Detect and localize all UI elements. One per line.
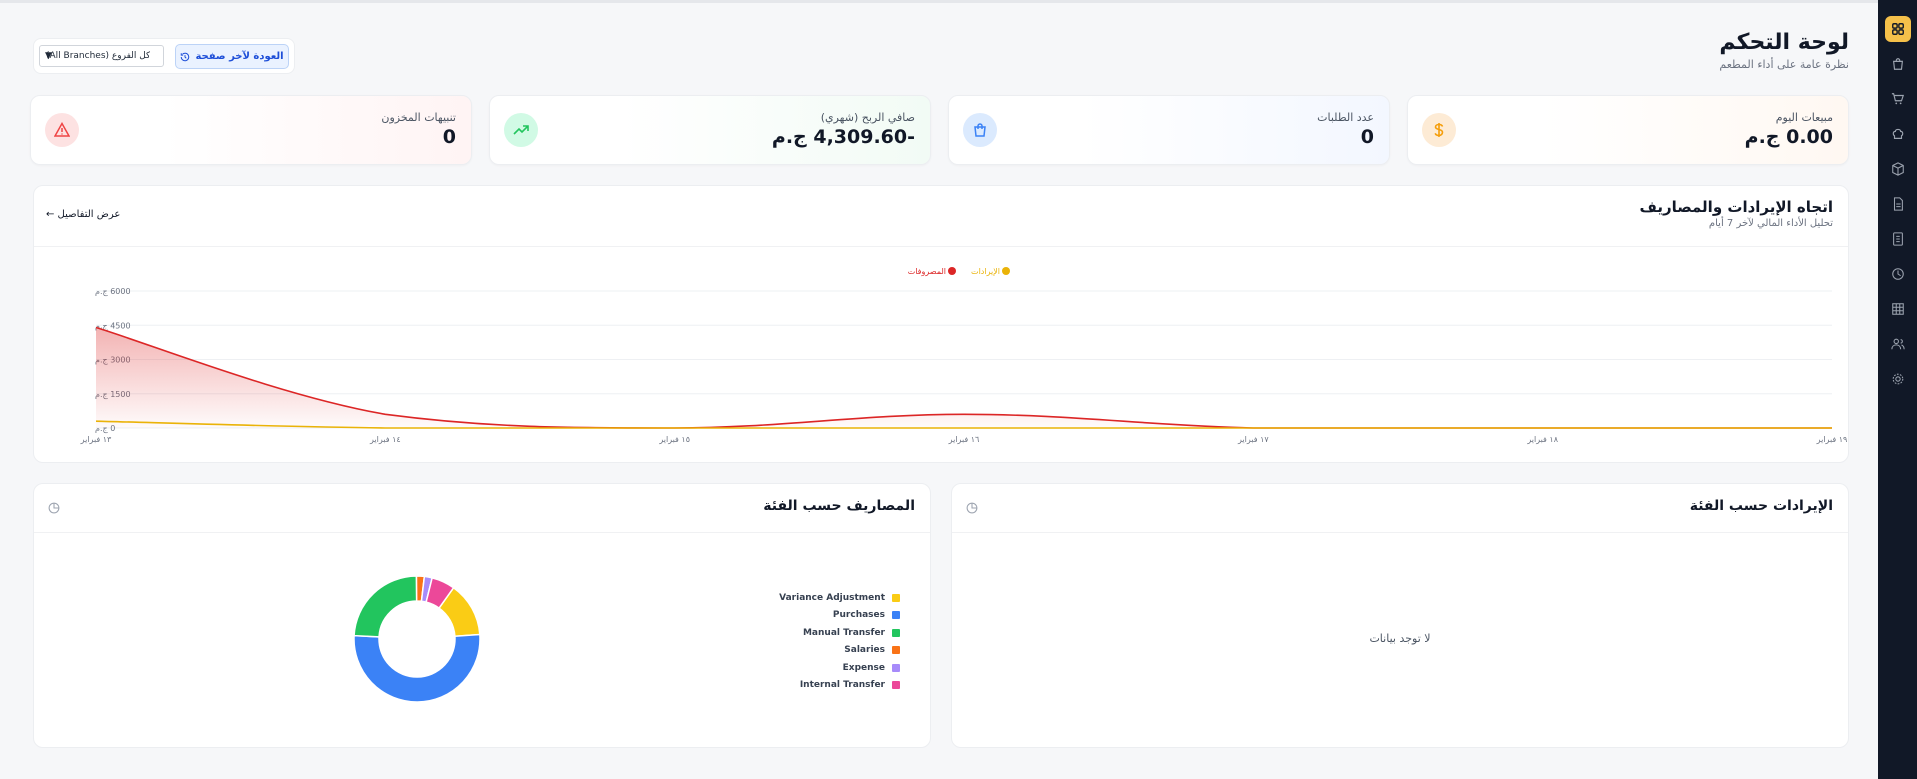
revenue-expense-trend-card: اتجاه الإيرادات والمصاريف تحليل الأداء ا… [33, 185, 1849, 463]
legend-item[interactable]: Internal Transfer [779, 677, 900, 695]
trend-title: اتجاه الإيرادات والمصاريف [1639, 198, 1833, 216]
dollar-icon [1422, 113, 1456, 147]
sidebar-item-invoices[interactable] [1885, 226, 1911, 252]
sidebar-item-tables[interactable] [1885, 296, 1911, 322]
legend-label: Salaries [844, 645, 885, 656]
stat-card-today-sales: مبيعات اليوم 0.00 ج.م [1407, 95, 1849, 165]
cart-icon [1891, 93, 1904, 105]
stat-value: 0.00 ج.م [1744, 126, 1833, 148]
package-icon [1891, 162, 1904, 176]
main-content: لوحة التحكم نظرة عامة على أداء المطعم كل… [30, 0, 1849, 779]
sidebar-item-inventory[interactable] [1885, 156, 1911, 182]
legend-marker-revenue [1002, 267, 1010, 275]
sidebar-item-dashboard[interactable] [1884, 16, 1911, 42]
sidebar-item-history[interactable] [1885, 261, 1911, 287]
trending-up-icon [504, 113, 538, 147]
expense-area [96, 327, 1832, 428]
sidebar-item-reports[interactable] [1885, 191, 1911, 217]
legend-item[interactable]: Purchases [779, 607, 900, 625]
x-tick-label: ١٣ فبراير [80, 435, 112, 444]
revenue-by-category-card: الإيرادات حسب الفئة لا توجد بيانات [951, 483, 1849, 748]
x-tick-label: ١٩ فبراير [1816, 435, 1848, 444]
pie-chart-icon [966, 502, 978, 514]
shopping-bag-icon [963, 113, 997, 147]
stat-label: مبيعات اليوم [1775, 111, 1833, 124]
receipt-icon [1892, 232, 1903, 246]
legend-item[interactable]: Expense [779, 659, 900, 677]
legend-label-revenue: الإيرادات [971, 267, 1000, 277]
trend-subtitle: تحليل الأداء المالي لآخر 7 أيام [1708, 218, 1833, 229]
legend-swatch [892, 593, 900, 602]
legend-swatch [892, 681, 900, 690]
page-subtitle: نظرة عامة على أداء المطعم [1719, 58, 1849, 71]
legend-label: Variance Adjustment [779, 592, 885, 603]
stat-label: عدد الطلبات [1317, 111, 1374, 124]
legend-label-expense: المصروفات [908, 267, 946, 276]
stat-card-net-profit: صافي الربح (شهري) -4,309.60 ج.م [489, 95, 931, 165]
legend-item[interactable]: Salaries [779, 642, 900, 660]
donut-slice [353, 633, 481, 703]
legend-label: Expense [842, 662, 885, 673]
expense-legend: Variance Adjustment Purchases Manual Trans… [779, 589, 900, 694]
file-icon [1893, 197, 1903, 211]
sidebar-item-kitchen[interactable] [1885, 121, 1911, 147]
alert-triangle-icon [45, 113, 79, 147]
bag-icon [1892, 58, 1903, 70]
stat-card-orders: عدد الطلبات 0 [948, 95, 1390, 165]
legend-item[interactable]: Variance Adjustment [779, 589, 900, 607]
grid-icon [1891, 23, 1904, 35]
legend-swatch [892, 611, 900, 620]
header-controls: كل الفروع (All Branches) ▼ العودة لآخر ص… [33, 38, 295, 74]
sidebar-item-orders[interactable] [1885, 51, 1911, 77]
legend-label: Purchases [832, 610, 885, 621]
donut-slice [353, 575, 418, 638]
sidebar [1878, 0, 1917, 779]
clock-icon [1891, 268, 1904, 280]
expenses-category-title: المصاريف حسب الفئة [763, 498, 915, 514]
page-title: لوحة التحكم [1719, 30, 1849, 55]
branch-select-value: كل الفروع (All Branches) [46, 51, 151, 61]
x-tick-label: ١٥ فبراير [658, 435, 690, 444]
branch-select[interactable]: كل الفروع (All Branches) ▼ [39, 45, 164, 67]
stat-label: تنبيهات المخزون [381, 111, 456, 124]
stat-label: صافي الربح (شهري) [820, 111, 915, 124]
legend-swatch [892, 663, 900, 672]
sidebar-item-pos[interactable] [1885, 86, 1911, 112]
back-button-label: العودة لآخر صفحة [195, 51, 284, 62]
x-tick-label: ١٨ فبراير [1526, 435, 1558, 444]
sidebar-item-settings[interactable] [1885, 366, 1911, 392]
pie-chart-icon [48, 502, 60, 514]
expenses-divider [34, 532, 930, 533]
x-tick-label: ١٦ فبراير [948, 435, 980, 444]
users-icon [1890, 338, 1905, 350]
view-details-link[interactable]: عرض التفاصيل ← [46, 209, 120, 220]
expense-donut-chart [353, 575, 481, 703]
legend-label: Manual Transfer [802, 627, 885, 638]
x-tick-label: ١٤ فبراير [369, 435, 401, 444]
legend-swatch [892, 646, 900, 655]
table-icon [1891, 303, 1904, 315]
trend-chart: 0 ج.م1500 ج.م3000 ج.م4500 ج.م6000 ج.م١٣ … [80, 267, 1848, 444]
x-tick-label: ١٧ فبراير [1237, 435, 1269, 444]
stat-value: 0 [442, 126, 456, 148]
legend-item[interactable]: Manual Transfer [779, 624, 900, 642]
no-data-message: لا توجد بيانات [1369, 632, 1431, 645]
y-tick-label: 6000 ج.م [95, 287, 131, 296]
chef-hat-icon [1892, 128, 1903, 139]
legend-label: Internal Transfer [799, 680, 885, 691]
expenses-by-category-card: المصاريف حسب الفئة Variance Adjustment Pu… [33, 483, 931, 748]
back-to-last-page-button[interactable]: العودة لآخر صفحة [175, 44, 289, 69]
stat-card-inventory-alerts: تنبيهات المخزون 0 [30, 95, 472, 165]
legend-swatch [892, 628, 900, 637]
revenue-divider [952, 532, 1848, 533]
gear-icon [1892, 373, 1903, 385]
legend-marker-expense [948, 267, 956, 275]
stat-value: 0 [1360, 126, 1374, 148]
revenue-category-title: الإيرادات حسب الفئة [1689, 498, 1833, 514]
history-icon [181, 52, 190, 61]
chevron-down-icon: ▼ [45, 51, 52, 61]
stat-value: -4,309.60 ج.م [771, 126, 915, 148]
sidebar-item-users[interactable] [1885, 331, 1911, 357]
